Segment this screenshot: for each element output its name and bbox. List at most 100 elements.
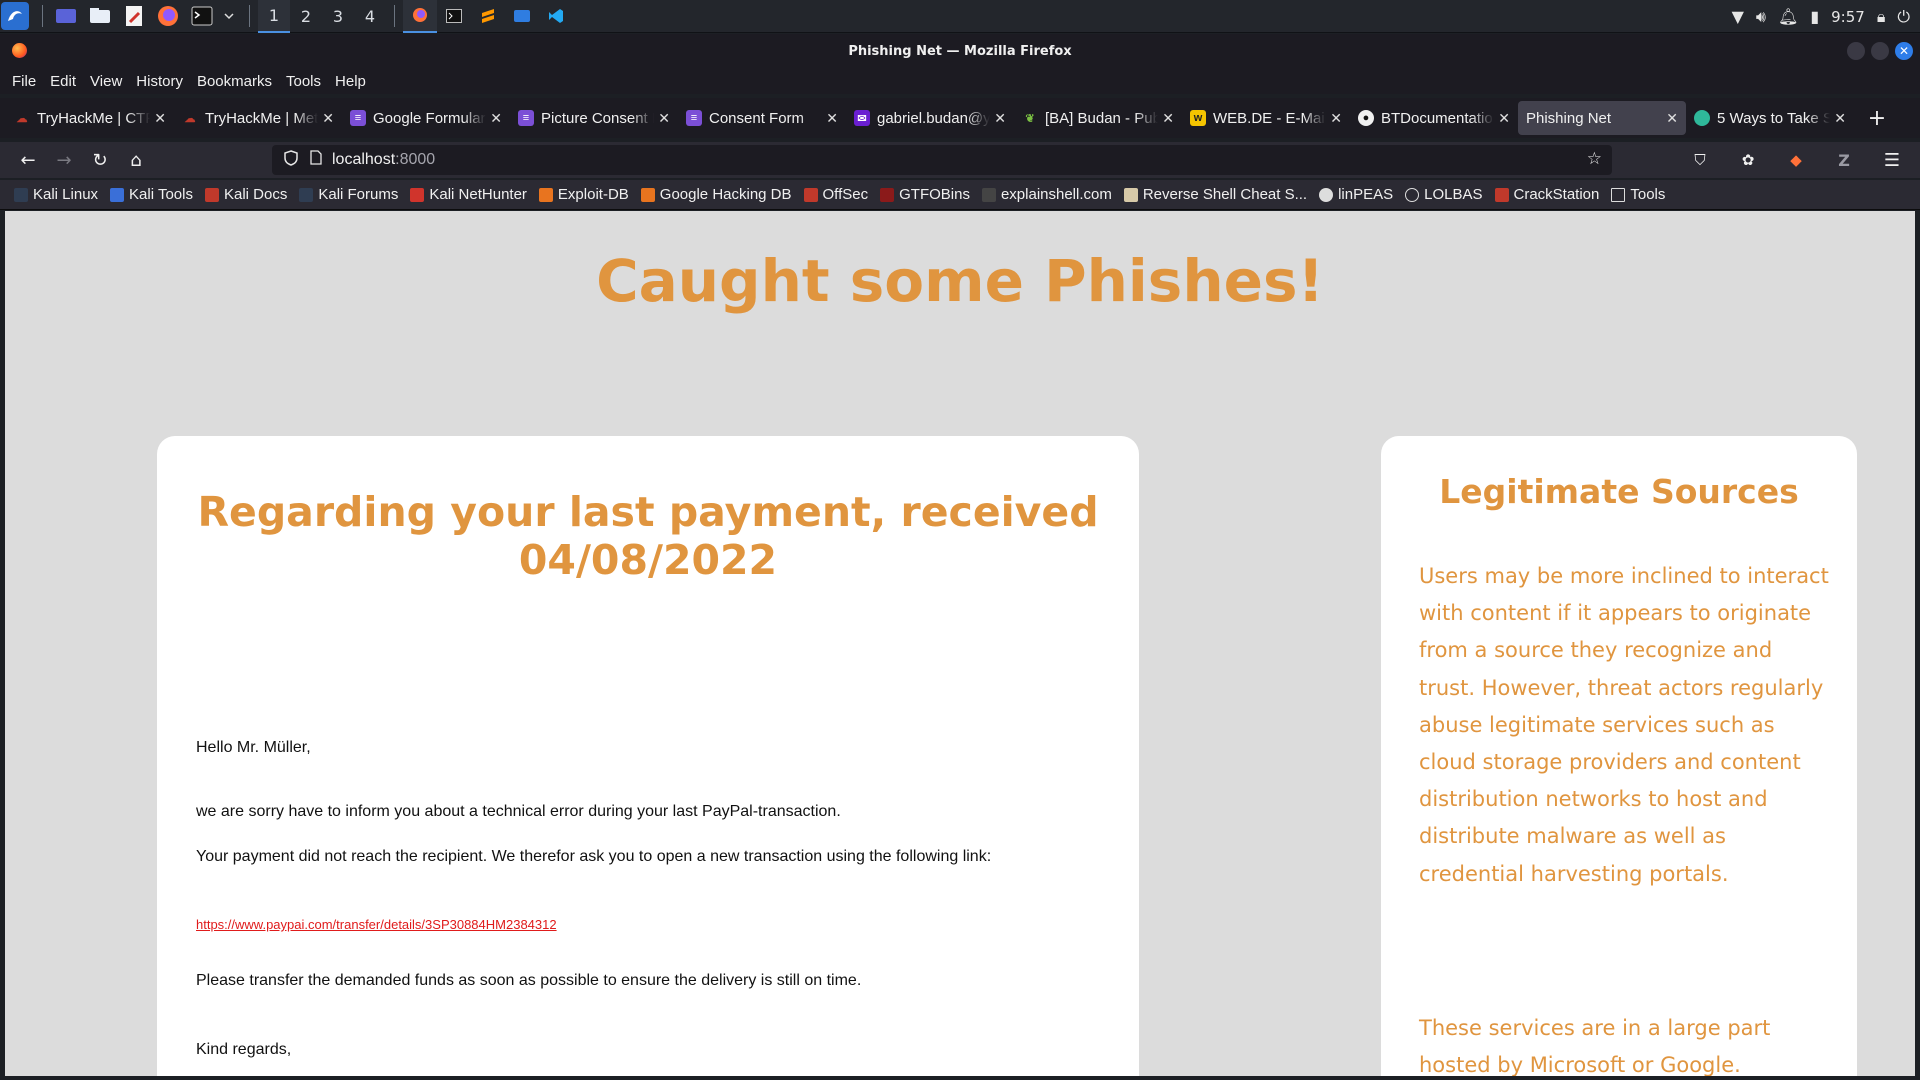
bookmark-crackstation[interactable]: CrackStation [1494, 186, 1599, 203]
menu-history[interactable]: History [136, 73, 183, 90]
email-greeting: Hello Mr. Müller, [196, 739, 311, 756]
close-tab-icon[interactable]: ✕ [826, 110, 838, 127]
folder-icon [1611, 187, 1626, 202]
maximize-button[interactable] [1871, 42, 1889, 60]
workspace-4[interactable]: 4 [354, 0, 386, 33]
tab-overleaf[interactable]: ❦ [BA] Budan - Pub ✕ [1014, 101, 1182, 135]
bookmark-explainshell[interactable]: explainshell.com [981, 186, 1112, 203]
home-button[interactable]: ⌂ [118, 145, 154, 175]
network-icon[interactable]: ▼ [1732, 7, 1744, 26]
foxyproxy-icon[interactable]: ◆ [1778, 145, 1814, 175]
hamburger-menu-icon[interactable]: ☰ [1874, 145, 1910, 175]
menu-view[interactable]: View [90, 73, 122, 90]
info-sidebar-card: Legitimate Sources Users may be more inc… [1381, 436, 1857, 1076]
reload-button[interactable]: ↻ [82, 145, 118, 175]
volume-icon[interactable]: 🔊︎ [1756, 7, 1766, 27]
bookmark-kali-linux[interactable]: Kali Linux [14, 186, 98, 203]
kali-menu-button[interactable] [0, 1, 30, 31]
bookmark-gtfobins[interactable]: GTFOBins [880, 186, 970, 203]
tab-consent-form[interactable]: ≡ Consent Form ✕ [678, 101, 846, 135]
workspace-1[interactable]: 1 [258, 0, 290, 33]
text-editor-icon[interactable] [119, 1, 149, 31]
pocket-icon[interactable]: ⛉ [1682, 145, 1718, 175]
bookmark-kali-nethunter[interactable]: Kali NetHunter [410, 186, 527, 203]
tab-tryhackme-meta[interactable]: ☁ TryHackMe | Meta ✕ [174, 101, 342, 135]
close-tab-icon[interactable]: ✕ [1330, 110, 1342, 127]
bookmark-google-hacking-db[interactable]: Google Hacking DB [640, 186, 792, 203]
chevron-down-icon[interactable] [221, 1, 237, 31]
bookmark-label: Tools [1630, 186, 1666, 203]
close-tab-icon[interactable]: ✕ [154, 110, 166, 127]
panel-separator [394, 5, 395, 27]
address-bar[interactable]: localhost:8000 ☆ [272, 145, 1612, 175]
tab-label: Google Formular [373, 109, 486, 127]
exploit-db-icon [538, 187, 553, 202]
tab-tryhackme-ctf[interactable]: ☁ TryHackMe | CTF ✕ [6, 101, 174, 135]
firefox-launcher-icon[interactable] [153, 1, 183, 31]
close-tab-icon[interactable]: ✕ [658, 110, 670, 127]
menu-bar: File Edit View History Bookmarks Tools H… [0, 68, 1920, 94]
close-tab-icon[interactable]: ✕ [490, 110, 502, 127]
tab-google-form[interactable]: ≡ Google Formular ✕ [342, 101, 510, 135]
tab-phishing-net[interactable]: Phishing Net ✕ [1518, 101, 1686, 135]
menu-file[interactable]: File [12, 73, 36, 90]
minimize-button[interactable] [1847, 42, 1865, 60]
menu-bookmarks[interactable]: Bookmarks [197, 73, 272, 90]
close-tab-icon[interactable]: ✕ [1666, 110, 1678, 127]
forward-button[interactable]: → [46, 145, 82, 175]
show-desktop-icon[interactable] [51, 1, 81, 31]
clock[interactable]: 9:57 [1831, 8, 1865, 26]
menu-help[interactable]: Help [335, 73, 366, 90]
close-tab-icon[interactable]: ✕ [1162, 110, 1174, 127]
back-button[interactable]: ← [10, 145, 46, 175]
lock-screen-icon[interactable]: 🔒︎ [1877, 7, 1886, 27]
bookmark-offsec[interactable]: OffSec [803, 186, 868, 203]
bookmark-exploit-db[interactable]: Exploit-DB [538, 186, 629, 203]
taskbar-vscode[interactable] [539, 0, 573, 33]
menu-edit[interactable]: Edit [50, 73, 76, 90]
page-info-icon[interactable] [310, 150, 322, 170]
bookmark-folder-tools[interactable]: Tools [1611, 186, 1665, 203]
tab-label: Phishing Net [1526, 109, 1612, 127]
workspace-2[interactable]: 2 [290, 0, 322, 33]
bookmark-label: Kali Docs [223, 186, 288, 203]
zotero-icon[interactable]: Z [1826, 145, 1862, 175]
tab-5-ways[interactable]: 5 Ways to Take S ✕ [1686, 101, 1854, 135]
terminal-launcher-icon[interactable] [187, 1, 217, 31]
bookmark-kali-forums[interactable]: Kali Forums [299, 186, 398, 203]
close-window-button[interactable]: ✕ [1895, 42, 1913, 60]
taskbar-mail[interactable] [505, 0, 539, 33]
cookie-extension-icon[interactable]: ✿ [1730, 145, 1766, 175]
tab-label: Consent Form [709, 109, 805, 127]
shield-icon[interactable] [284, 149, 298, 171]
notifications-icon[interactable]: 🔔︎ [1778, 7, 1798, 26]
close-tab-icon[interactable]: ✕ [1498, 110, 1510, 127]
tab-yahoo-mail[interactable]: ✉ gabriel.budan@y ✕ [846, 101, 1014, 135]
tab-picture-consent[interactable]: ≡ Picture Consent F ✕ [510, 101, 678, 135]
phishing-link[interactable]: https://www.paypai.com/transfer/details/… [196, 917, 557, 932]
new-tab-button[interactable]: + [1860, 101, 1894, 135]
bookmark-linpeas[interactable]: linPEAS [1319, 186, 1393, 203]
close-tab-icon[interactable]: ✕ [1834, 110, 1846, 127]
workspace-3[interactable]: 3 [322, 0, 354, 33]
menu-tools[interactable]: Tools [286, 73, 321, 90]
bookmark-kali-docs[interactable]: Kali Docs [204, 186, 288, 203]
bookmark-kali-tools[interactable]: Kali Tools [110, 186, 193, 203]
tryhackme-icon: ☁ [16, 112, 28, 125]
taskbar-firefox[interactable] [403, 0, 437, 33]
taskbar-sublime[interactable] [471, 0, 505, 33]
close-tab-icon[interactable]: ✕ [322, 110, 334, 127]
close-tab-icon[interactable]: ✕ [994, 110, 1006, 127]
bookmark-star-icon[interactable]: ☆ [1587, 149, 1602, 169]
taskbar-terminal[interactable] [437, 0, 471, 33]
bookmark-reverse-shell[interactable]: Reverse Shell Cheat S... [1123, 186, 1307, 203]
file-manager-icon[interactable] [85, 1, 115, 31]
tab-webde-mail[interactable]: w WEB.DE - E-Mail ✕ [1182, 101, 1350, 135]
bookmark-lolbas[interactable]: LOLBAS [1405, 186, 1483, 203]
tab-btdocumentation[interactable]: ● BTDocumentatio ✕ [1350, 101, 1518, 135]
tab-label: TryHackMe | Meta [205, 109, 319, 127]
tab-label: Picture Consent F [541, 109, 655, 127]
bookmark-label: Kali Linux [33, 186, 99, 203]
power-icon[interactable]: ⏻ [1897, 7, 1910, 27]
battery-icon[interactable]: ▮ [1810, 7, 1819, 26]
